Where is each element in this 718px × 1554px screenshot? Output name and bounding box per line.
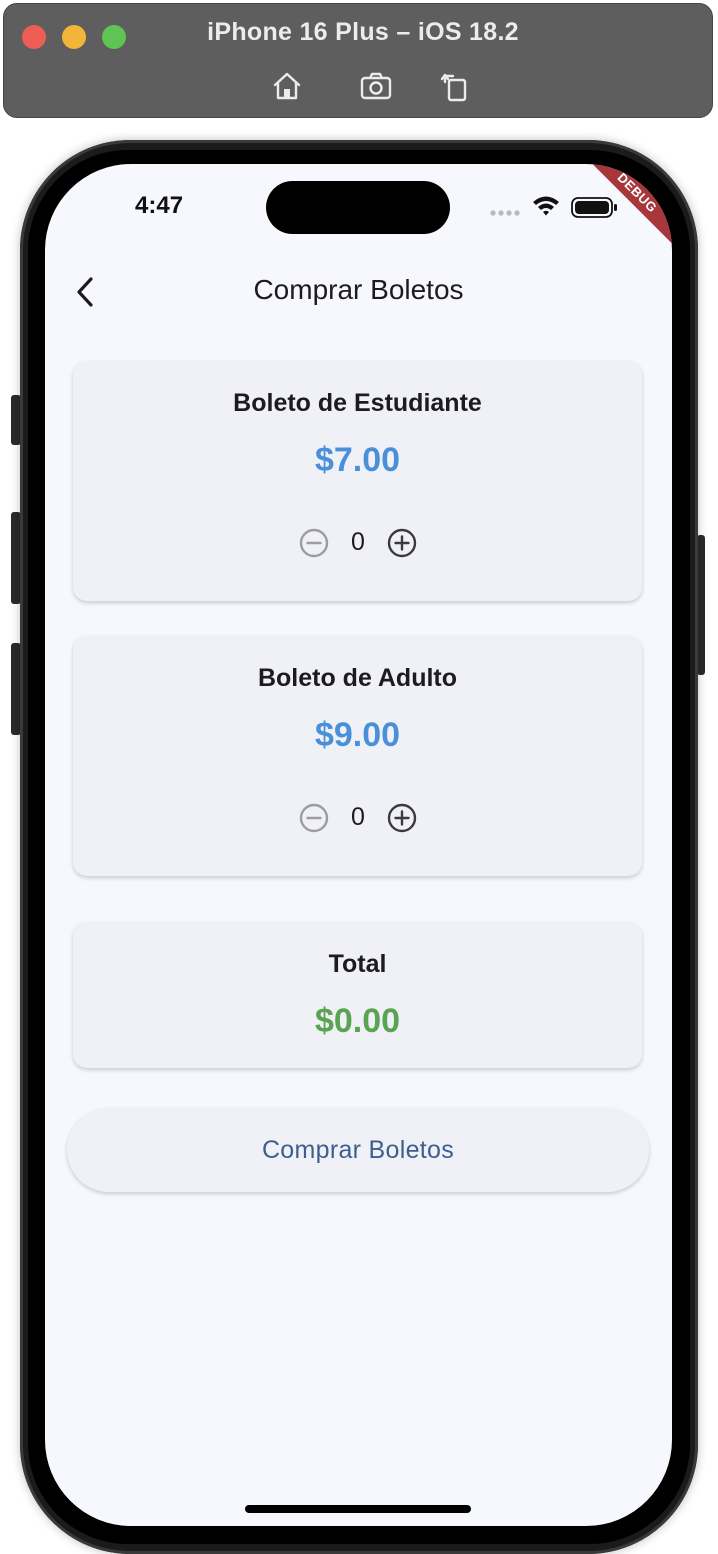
increment-button[interactable] xyxy=(386,527,418,559)
ticket-title: Boleto de Estudiante xyxy=(233,389,482,417)
ticket-title: Boleto de Adulto xyxy=(257,664,458,692)
page-title: Comprar Boletos xyxy=(253,274,464,305)
phone-screen: 4:47 DEBUG Comprar Boletos Boleto de Est… xyxy=(45,164,672,1526)
quantity-stepper: 0 xyxy=(73,527,642,559)
signal-icon xyxy=(490,210,520,216)
total-card: Total $0.00 xyxy=(73,922,642,1068)
power-button xyxy=(697,535,705,675)
window-titlebar: iPhone 16 Plus – iOS 18.2 xyxy=(3,3,713,118)
battery-icon xyxy=(571,197,617,218)
status-time: 4:47 xyxy=(135,192,184,219)
student-ticket-card: Boleto de Estudiante $7.00 0 xyxy=(73,361,642,601)
ticket-count: 0 xyxy=(351,803,365,831)
quantity-stepper: 0 xyxy=(73,802,642,834)
buy-tickets-button[interactable]: Comprar Boletos xyxy=(67,1108,649,1192)
adult-ticket-card: Boleto de Adulto $9.00 0 xyxy=(73,636,642,876)
total-value: $0.00 xyxy=(314,1002,401,1040)
ticket-price: $7.00 xyxy=(314,441,401,479)
total-label: Total xyxy=(328,950,387,978)
increment-button[interactable] xyxy=(386,802,418,834)
screenshot-icon[interactable] xyxy=(358,68,394,104)
wifi-icon xyxy=(533,196,559,216)
simulator-window: iPhone 16 Plus – iOS 18.2 4:47 DEBUG Com… xyxy=(0,0,718,1554)
decrement-button[interactable] xyxy=(298,802,330,834)
window-title: iPhone 16 Plus – iOS 18.2 xyxy=(207,18,519,46)
rotate-icon[interactable] xyxy=(437,68,473,104)
dynamic-island xyxy=(266,181,450,234)
status-icons xyxy=(490,196,617,218)
home-indicator[interactable] xyxy=(245,1505,471,1513)
home-icon[interactable] xyxy=(269,68,305,104)
ticket-price: $9.00 xyxy=(314,716,401,754)
ticket-count: 0 xyxy=(351,528,365,556)
decrement-button[interactable] xyxy=(298,527,330,559)
